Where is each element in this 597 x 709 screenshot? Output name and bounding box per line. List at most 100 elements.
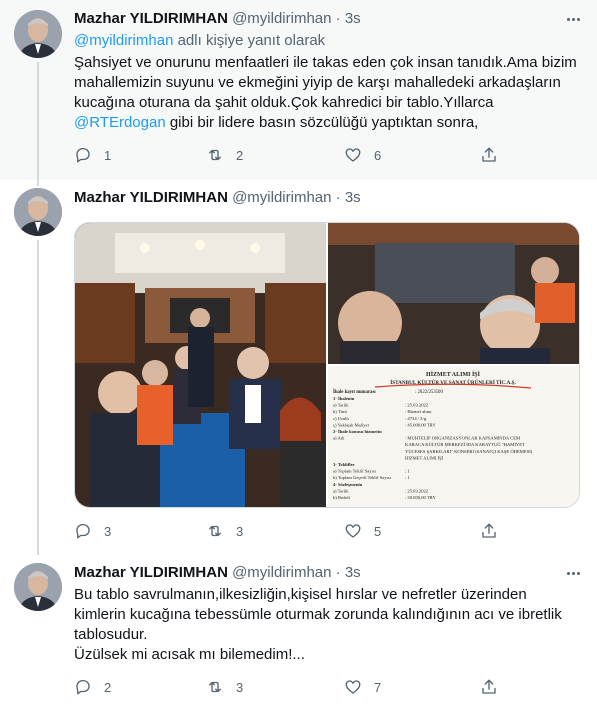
author-handle[interactable]: @myildirimhan (232, 189, 331, 206)
like-icon (345, 524, 361, 538)
retweet-button[interactable]: 2 (206, 145, 243, 165)
author-handle[interactable]: @myildirimhan (232, 10, 331, 27)
doc-row-label: b) Toplam Geçerli Teklif Sayısı (333, 475, 392, 480)
doc-row-label: b) Bedeli (333, 495, 351, 500)
reply-count: 3 (104, 523, 112, 539)
like-button[interactable]: 7 (344, 677, 381, 697)
doc-row-value: YÜCESES ŞARKILARI" KONSERİ (SANATÇI KAŞE… (405, 449, 533, 454)
tweet-1[interactable]: Mazhar YILDIRIMHAN @myildirimhan · 3s @m… (0, 0, 597, 180)
doc-heading-1: HİZMET ALIMI İŞİ (426, 371, 481, 378)
doc-row-label: 2- İhale konusu hizmetin (333, 429, 382, 434)
tweet-3[interactable]: Mazhar YILDIRIMHAN @myildirimhan · 3s Bu… (0, 555, 597, 709)
retweet-icon (209, 149, 221, 161)
separator-dot: · (335, 10, 341, 27)
tweet-2[interactable]: Mazhar YILDIRIMHAN @myildirimhan · 3s Hİ… (0, 180, 597, 555)
reply-to-handle[interactable]: @myildirimhan (74, 32, 173, 49)
author-name[interactable]: Mazhar YILDIRIMHAN (74, 10, 228, 27)
doc-row-value: KARACA KÜLTÜR MERKEZİ İDA KARAYTUĞ "HAMİ… (405, 442, 525, 447)
retweet-icon (209, 525, 221, 537)
more-icon[interactable] (563, 563, 583, 583)
tweet-actions: 1 2 6 (74, 145, 504, 165)
tweet-header: Mazhar YILDIRIMHAN @myildirimhan · 3s (74, 9, 361, 29)
tweet-time[interactable]: 3s (345, 189, 361, 206)
doc-row-label: 1- İhalenin (333, 396, 355, 401)
tweet-header: Mazhar YILDIRIMHAN @myildirimhan · 3s (74, 563, 361, 583)
like-count: 7 (374, 679, 382, 695)
thread-line (37, 180, 39, 186)
reply-count: 1 (104, 147, 112, 163)
retweet-count: 3 (236, 679, 244, 695)
tweet-text-line: kucağına oturana da şahit olduk.Çok kahr… (74, 94, 494, 111)
author-name[interactable]: Mazhar YILDIRIMHAN (74, 189, 228, 206)
share-icon (482, 679, 496, 694)
share-icon (482, 147, 496, 162)
avatar[interactable] (14, 563, 62, 611)
photo-document[interactable]: HİZMET ALIMI İŞİ İSTANBUL KÜLTÜR VE SANA… (328, 366, 579, 507)
tweet-text-line: Üzülsek mi acısak mı bilemedim!... (74, 646, 305, 663)
like-count: 6 (374, 147, 382, 163)
separator-dot: · (335, 189, 341, 206)
like-button[interactable]: 5 (344, 521, 381, 541)
more-icon[interactable] (563, 9, 583, 29)
reply-count: 2 (104, 679, 112, 695)
author-handle[interactable]: @myildirimhan (232, 564, 331, 581)
mention-link[interactable]: @RTErdogan (74, 114, 166, 131)
retweet-button[interactable]: 3 (206, 677, 243, 697)
reply-icon (76, 523, 90, 539)
doc-row-label: c) Usulü (333, 416, 349, 421)
doc-row-value: : 1 (405, 475, 410, 480)
retweet-count: 2 (236, 147, 244, 163)
share-icon (482, 523, 496, 538)
doc-row-label: 3- Teklifler (333, 462, 355, 467)
doc-row-value: : 4734 / 3-g (405, 416, 427, 421)
avatar[interactable] (14, 188, 62, 236)
author-name[interactable]: Mazhar YILDIRIMHAN (74, 564, 228, 581)
tweet-header: Mazhar YILDIRIMHAN @myildirimhan · 3s (74, 188, 361, 208)
photo-selfie[interactable] (328, 223, 579, 364)
tweet-actions: 2 3 7 (74, 677, 504, 697)
doc-row-value: : 25.03.2022 (405, 488, 429, 493)
like-icon (345, 148, 361, 162)
avatar[interactable] (14, 10, 62, 58)
tweet-text-line: tablosudur. (74, 626, 148, 643)
tweet-text-fragment: gibi bir lidere basın sözcülüğü yaptıkta… (165, 114, 479, 131)
tweet-text-line: @RTErdogan gibi bir lidere basın sözcülü… (74, 113, 579, 133)
share-button[interactable] (480, 521, 498, 541)
tweet-time[interactable]: 3s (345, 564, 361, 581)
doc-ihale-label: İhale kayıt numarası (333, 389, 376, 395)
doc-row-value: : MUHTELİF ORGANİZASYONLAR KAPSAMINDA CE… (405, 436, 520, 441)
tweet-text: Bu tablo savrulmanın,ilkesizliğin,kişise… (74, 585, 579, 665)
tweet-time[interactable]: 3s (345, 10, 361, 27)
doc-row-value: : 1 (405, 469, 410, 474)
photo-bus-interior[interactable] (75, 223, 326, 507)
doc-row-label: 4- Sözleşmenin (333, 482, 363, 487)
like-count: 5 (374, 523, 382, 539)
share-button[interactable] (480, 677, 498, 697)
retweet-button[interactable]: 3 (206, 521, 243, 541)
doc-row-value: HİZMET ALIMI İŞİ (405, 455, 444, 460)
retweet-icon (209, 681, 221, 693)
thread-line (37, 240, 39, 555)
doc-row-value: : Hizmet alımı (405, 409, 432, 414)
reply-context: @myildirimhan adlı kişiye yanıt olarak (74, 31, 325, 51)
tweet-text-line: Bu tablo savrulmanın,ilkesizliğin,kişise… (74, 586, 527, 603)
doc-row-value: : 25.03.2022 (405, 403, 429, 408)
doc-row-label: b) Türü (333, 409, 348, 414)
reply-button[interactable]: 2 (74, 677, 111, 697)
doc-row-label: a) Toplam Teklif Sayısı (333, 469, 377, 474)
reply-to-suffix: adlı kişiye yanıt olarak (173, 32, 326, 49)
like-button[interactable]: 6 (344, 145, 381, 165)
reply-button[interactable]: 1 (74, 145, 111, 165)
tweet-text-line: Şahsiyet ve onurunu menfaatleri ile taka… (74, 54, 577, 71)
tweet-text-line: mahallemizin suyunu ve ekmeğini yiyip de… (74, 74, 561, 91)
share-button[interactable] (480, 145, 498, 165)
doc-row-label: a) Tarihi (333, 488, 349, 493)
reply-button[interactable]: 3 (74, 521, 111, 541)
tweet-text-line: kimlerin kucağına tebessümle oturmak zor… (74, 606, 562, 623)
doc-row-label: a) Tarihi (333, 403, 349, 408)
thread-line (37, 62, 39, 180)
reply-icon (76, 147, 90, 163)
tweet-text: Şahsiyet ve onurunu menfaatleri ile taka… (74, 53, 579, 133)
doc-row-label: a) Adı (333, 436, 345, 441)
media-grid[interactable]: HİZMET ALIMI İŞİ İSTANBUL KÜLTÜR VE SANA… (74, 222, 580, 508)
